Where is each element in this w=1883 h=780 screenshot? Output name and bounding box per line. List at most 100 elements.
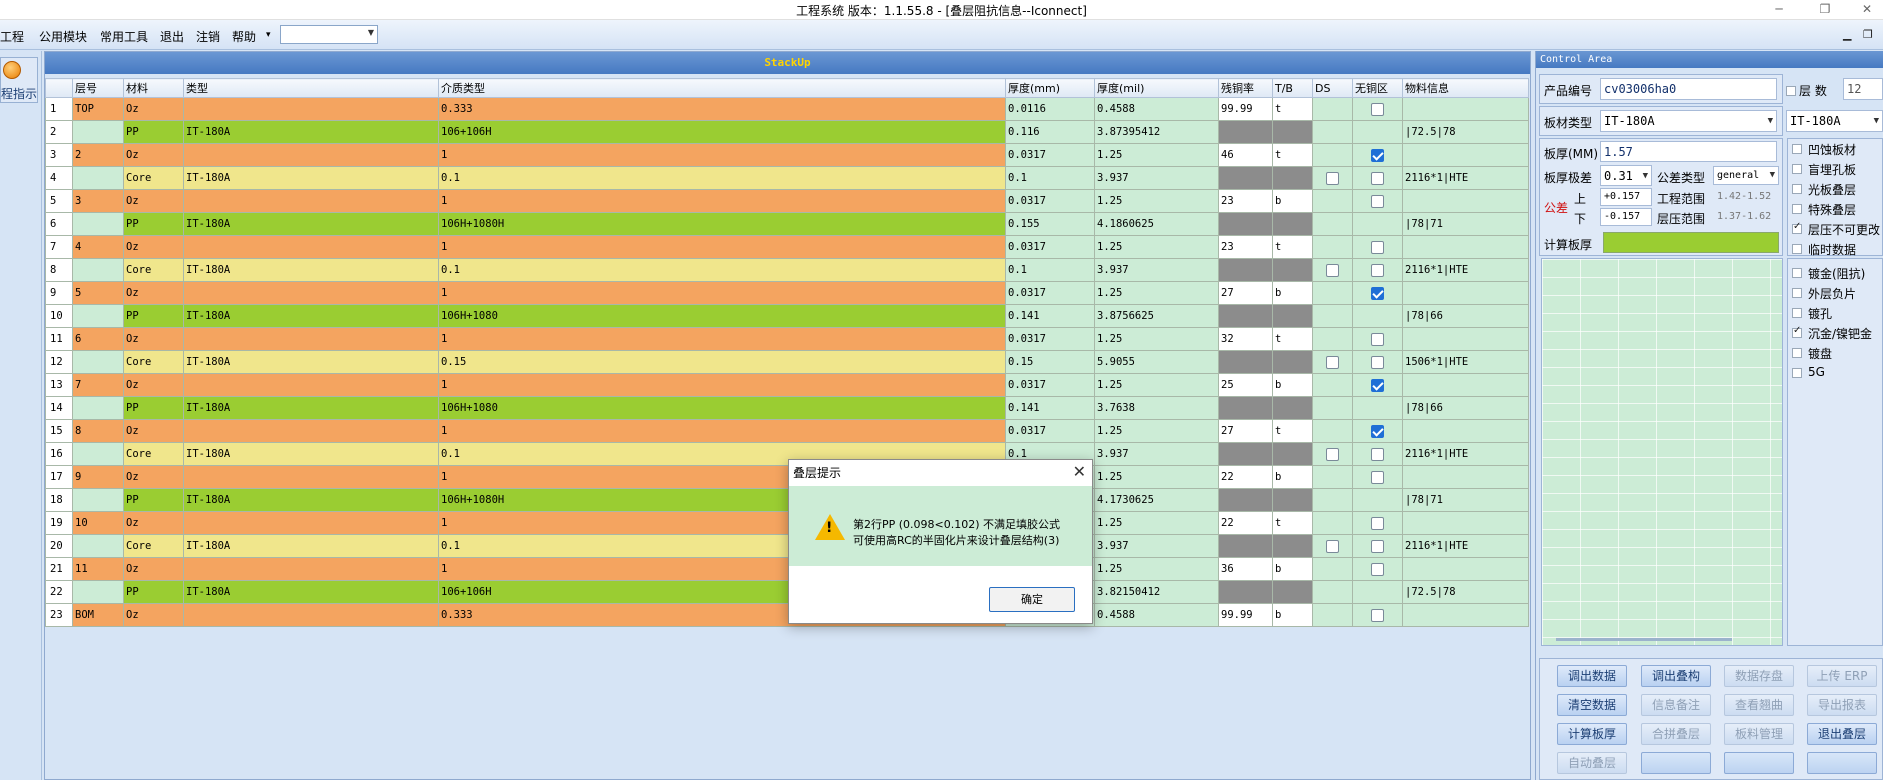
col-header-thickness-mil[interactable]: 厚度(mil) xyxy=(1094,78,1219,98)
thickness-mm-cell[interactable]: 0.0317 xyxy=(1005,419,1095,443)
option-label[interactable]: 5G xyxy=(1808,365,1825,379)
table-row[interactable]: 10 PP IT-180A 106H+1080 0.141 3.8756625 |78|66 xyxy=(45,304,1529,328)
top-bottom-cell[interactable]: t xyxy=(1272,235,1313,259)
material-cell[interactable]: Oz xyxy=(123,511,184,535)
ds-cell[interactable] xyxy=(1312,603,1353,627)
thickness-mm-cell[interactable]: 0.155 xyxy=(1005,212,1095,236)
residual-copper-cell[interactable] xyxy=(1218,212,1273,236)
ds-cell[interactable] xyxy=(1312,557,1353,581)
thickness-mil-cell[interactable]: 1.25 xyxy=(1094,511,1219,535)
ds-cell[interactable] xyxy=(1312,488,1353,512)
layer-cell[interactable]: 6 xyxy=(72,327,124,351)
no-copper-checkbox[interactable] xyxy=(1371,424,1384,438)
material-cell[interactable]: Core xyxy=(123,534,184,558)
thickness-mil-cell[interactable]: 1.25 xyxy=(1094,281,1219,305)
option-checkbox[interactable] xyxy=(1792,325,1802,338)
material-info-cell[interactable]: 1506*1|HTE xyxy=(1402,350,1529,374)
table-row[interactable]: 19 10 Oz 1 1.25 22 t xyxy=(45,511,1529,535)
top-bottom-cell[interactable] xyxy=(1272,212,1313,236)
material-info-cell[interactable]: |72.5|78 xyxy=(1402,580,1529,604)
thickness-mil-cell[interactable]: 0.4588 xyxy=(1094,97,1219,121)
ds-cell[interactable] xyxy=(1312,580,1353,604)
thickness-mil-cell[interactable]: 1.25 xyxy=(1094,143,1219,167)
no-copper-checkbox[interactable] xyxy=(1371,539,1384,553)
type-cell[interactable]: IT-180A xyxy=(183,534,439,558)
material-cell[interactable]: Oz xyxy=(123,97,184,121)
type-cell[interactable] xyxy=(183,603,439,627)
ds-checkbox[interactable] xyxy=(1326,355,1339,369)
layers-count-input[interactable]: 12 xyxy=(1843,78,1883,100)
residual-copper-cell[interactable]: 23 xyxy=(1218,235,1273,259)
no-copper-checkbox[interactable] xyxy=(1371,240,1384,254)
table-row[interactable]: 14 PP IT-180A 106H+1080 0.141 3.7638 |78|66 xyxy=(45,396,1529,420)
dielectric-cell[interactable]: 1 xyxy=(438,235,1006,259)
type-cell[interactable] xyxy=(183,235,439,259)
col-header-ds[interactable]: DS xyxy=(1312,78,1353,98)
material-info-cell[interactable] xyxy=(1402,327,1529,351)
col-header-layer-no[interactable]: 层号 xyxy=(72,78,124,98)
thickness-mil-cell[interactable]: 0.4588 xyxy=(1094,603,1219,627)
thickness-mm-cell[interactable]: 0.1 xyxy=(1005,258,1095,282)
top-bottom-cell[interactable]: t xyxy=(1272,419,1313,443)
thickness-mil-cell[interactable]: 3.937 xyxy=(1094,442,1219,466)
row-number[interactable]: 3 xyxy=(45,143,73,167)
menu-combo[interactable]: ▼ xyxy=(280,25,378,44)
top-bottom-cell[interactable] xyxy=(1272,304,1313,328)
top-bottom-cell[interactable] xyxy=(1272,396,1313,420)
no-copper-cell[interactable] xyxy=(1352,511,1403,535)
material-cell[interactable]: PP xyxy=(123,120,184,144)
type-cell[interactable]: IT-180A xyxy=(183,488,439,512)
residual-copper-cell[interactable]: 99.99 xyxy=(1218,603,1273,627)
menu-help[interactable]: 帮助 xyxy=(232,28,256,45)
no-copper-checkbox[interactable] xyxy=(1371,447,1384,461)
residual-copper-cell[interactable] xyxy=(1218,580,1273,604)
row-number[interactable]: 7 xyxy=(45,235,73,259)
residual-copper-cell[interactable]: 99.99 xyxy=(1218,97,1273,121)
material-cell[interactable]: Oz xyxy=(123,419,184,443)
row-number[interactable]: 20 xyxy=(45,534,73,558)
option-checkbox[interactable] xyxy=(1792,368,1802,378)
no-copper-checkbox[interactable] xyxy=(1371,148,1384,162)
ds-cell[interactable] xyxy=(1312,120,1353,144)
material-info-cell[interactable] xyxy=(1402,511,1529,535)
product-code-input[interactable]: cv03006ha0 xyxy=(1600,78,1777,100)
col-header-corner[interactable] xyxy=(45,78,73,98)
top-bottom-cell[interactable] xyxy=(1272,488,1313,512)
material-type-select-2[interactable]: IT-180A ▼ xyxy=(1786,110,1883,132)
top-bottom-cell[interactable] xyxy=(1272,166,1313,190)
row-number[interactable]: 10 xyxy=(45,304,73,328)
material-info-cell[interactable] xyxy=(1402,281,1529,305)
residual-copper-cell[interactable] xyxy=(1218,534,1273,558)
tolerance-select[interactable]: 0.31 ▼ xyxy=(1600,165,1652,186)
top-bottom-cell[interactable] xyxy=(1272,580,1313,604)
ds-checkbox[interactable] xyxy=(1326,447,1339,461)
option-checkbox[interactable] xyxy=(1792,308,1802,318)
thickness-mil-cell[interactable]: 1.25 xyxy=(1094,235,1219,259)
type-cell[interactable] xyxy=(183,419,439,443)
col-header-material[interactable]: 材料 xyxy=(123,78,184,98)
row-number[interactable]: 22 xyxy=(45,580,73,604)
option-checkbox[interactable] xyxy=(1792,244,1802,254)
ds-cell[interactable] xyxy=(1312,442,1353,466)
dielectric-cell[interactable]: 106H+1080 xyxy=(438,396,1006,420)
top-bottom-cell[interactable] xyxy=(1272,350,1313,374)
action-button[interactable]: 查看翘曲 xyxy=(1724,694,1794,716)
material-cell[interactable]: Oz xyxy=(123,143,184,167)
layer-cell[interactable] xyxy=(72,212,124,236)
col-header-no-copper-area[interactable]: 无铜区 xyxy=(1352,78,1403,98)
dialog-ok-button[interactable]: 确定 xyxy=(989,587,1075,612)
option-label[interactable]: 盲埋孔板 xyxy=(1808,161,1856,178)
no-copper-cell[interactable] xyxy=(1352,396,1403,420)
ds-cell[interactable] xyxy=(1312,212,1353,236)
option-label[interactable]: 镀盘 xyxy=(1808,345,1832,362)
material-info-cell[interactable]: |78|71 xyxy=(1402,488,1529,512)
table-row[interactable]: 12 Core IT-180A 0.15 0.15 5.9055 1506*1|HTE xyxy=(45,350,1529,374)
dielectric-cell[interactable]: 1 xyxy=(438,189,1006,213)
row-number[interactable]: 1 xyxy=(45,97,73,121)
type-cell[interactable] xyxy=(183,511,439,535)
col-header-residual-copper[interactable]: 残铜率 xyxy=(1218,78,1273,98)
row-number[interactable]: 23 xyxy=(45,603,73,627)
no-copper-checkbox[interactable] xyxy=(1371,102,1384,116)
material-info-cell[interactable]: |78|66 xyxy=(1402,396,1529,420)
layer-cell[interactable]: 9 xyxy=(72,465,124,489)
